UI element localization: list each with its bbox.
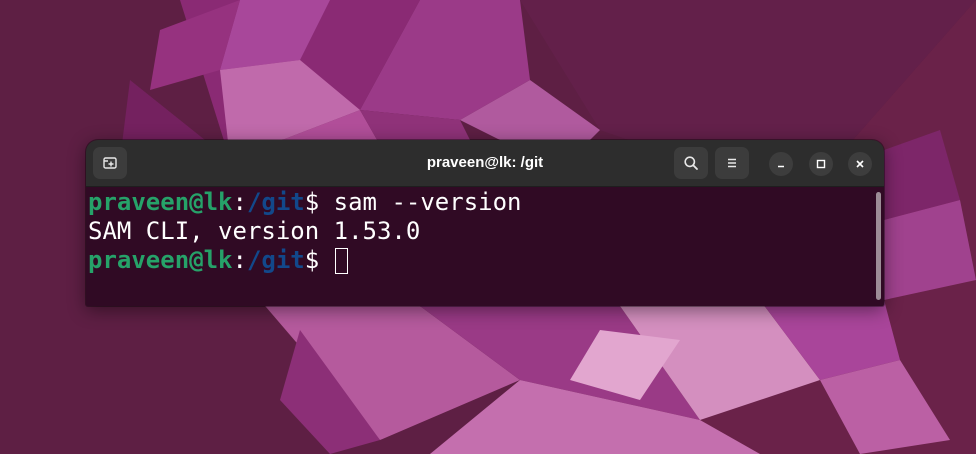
minimize-icon xyxy=(778,165,784,168)
minimize-button[interactable] xyxy=(769,152,793,176)
search-button[interactable] xyxy=(674,147,708,179)
close-button[interactable] xyxy=(848,152,872,176)
terminal-line: praveen@lk:/git $ xyxy=(88,246,876,275)
text-cursor xyxy=(334,247,348,274)
command-text: sam --version xyxy=(333,188,522,216)
headerbar[interactable]: praveen@lk: /git xyxy=(86,140,884,187)
prompt-symbol: $ xyxy=(304,246,334,274)
hamburger-menu-icon xyxy=(728,158,736,168)
terminal-line: praveen@lk:/git $ sam --version xyxy=(88,188,876,217)
command-output: SAM CLI, version 1.53.0 xyxy=(88,217,421,245)
prompt-separator: : xyxy=(232,246,247,274)
prompt-path: /git xyxy=(246,188,305,216)
terminal-window[interactable]: praveen@lk: /git praveen@lk: /git $ sam… xyxy=(86,140,884,306)
terminal-line: SAM CLI, version 1.53.0 xyxy=(88,217,876,246)
search-icon xyxy=(684,156,698,170)
window-title: praveen@lk: /git xyxy=(426,154,544,171)
prompt-path: /git xyxy=(246,246,305,274)
prompt-symbol: $ xyxy=(304,188,334,216)
new-tab-button[interactable] xyxy=(93,147,127,179)
prompt-user: praveen@lk xyxy=(88,188,233,216)
menu-button[interactable] xyxy=(715,147,749,179)
prompt-user: praveen@lk xyxy=(88,246,233,274)
terminal-output[interactable]: praveen@lk:/git $ sam --version SAM CLI, … xyxy=(86,186,876,306)
close-icon xyxy=(856,160,864,168)
new-tab-icon xyxy=(103,157,117,169)
prompt-separator: : xyxy=(232,188,247,216)
scrollbar[interactable] xyxy=(876,192,881,300)
maximize-button[interactable] xyxy=(809,152,833,176)
maximize-icon xyxy=(816,159,826,169)
